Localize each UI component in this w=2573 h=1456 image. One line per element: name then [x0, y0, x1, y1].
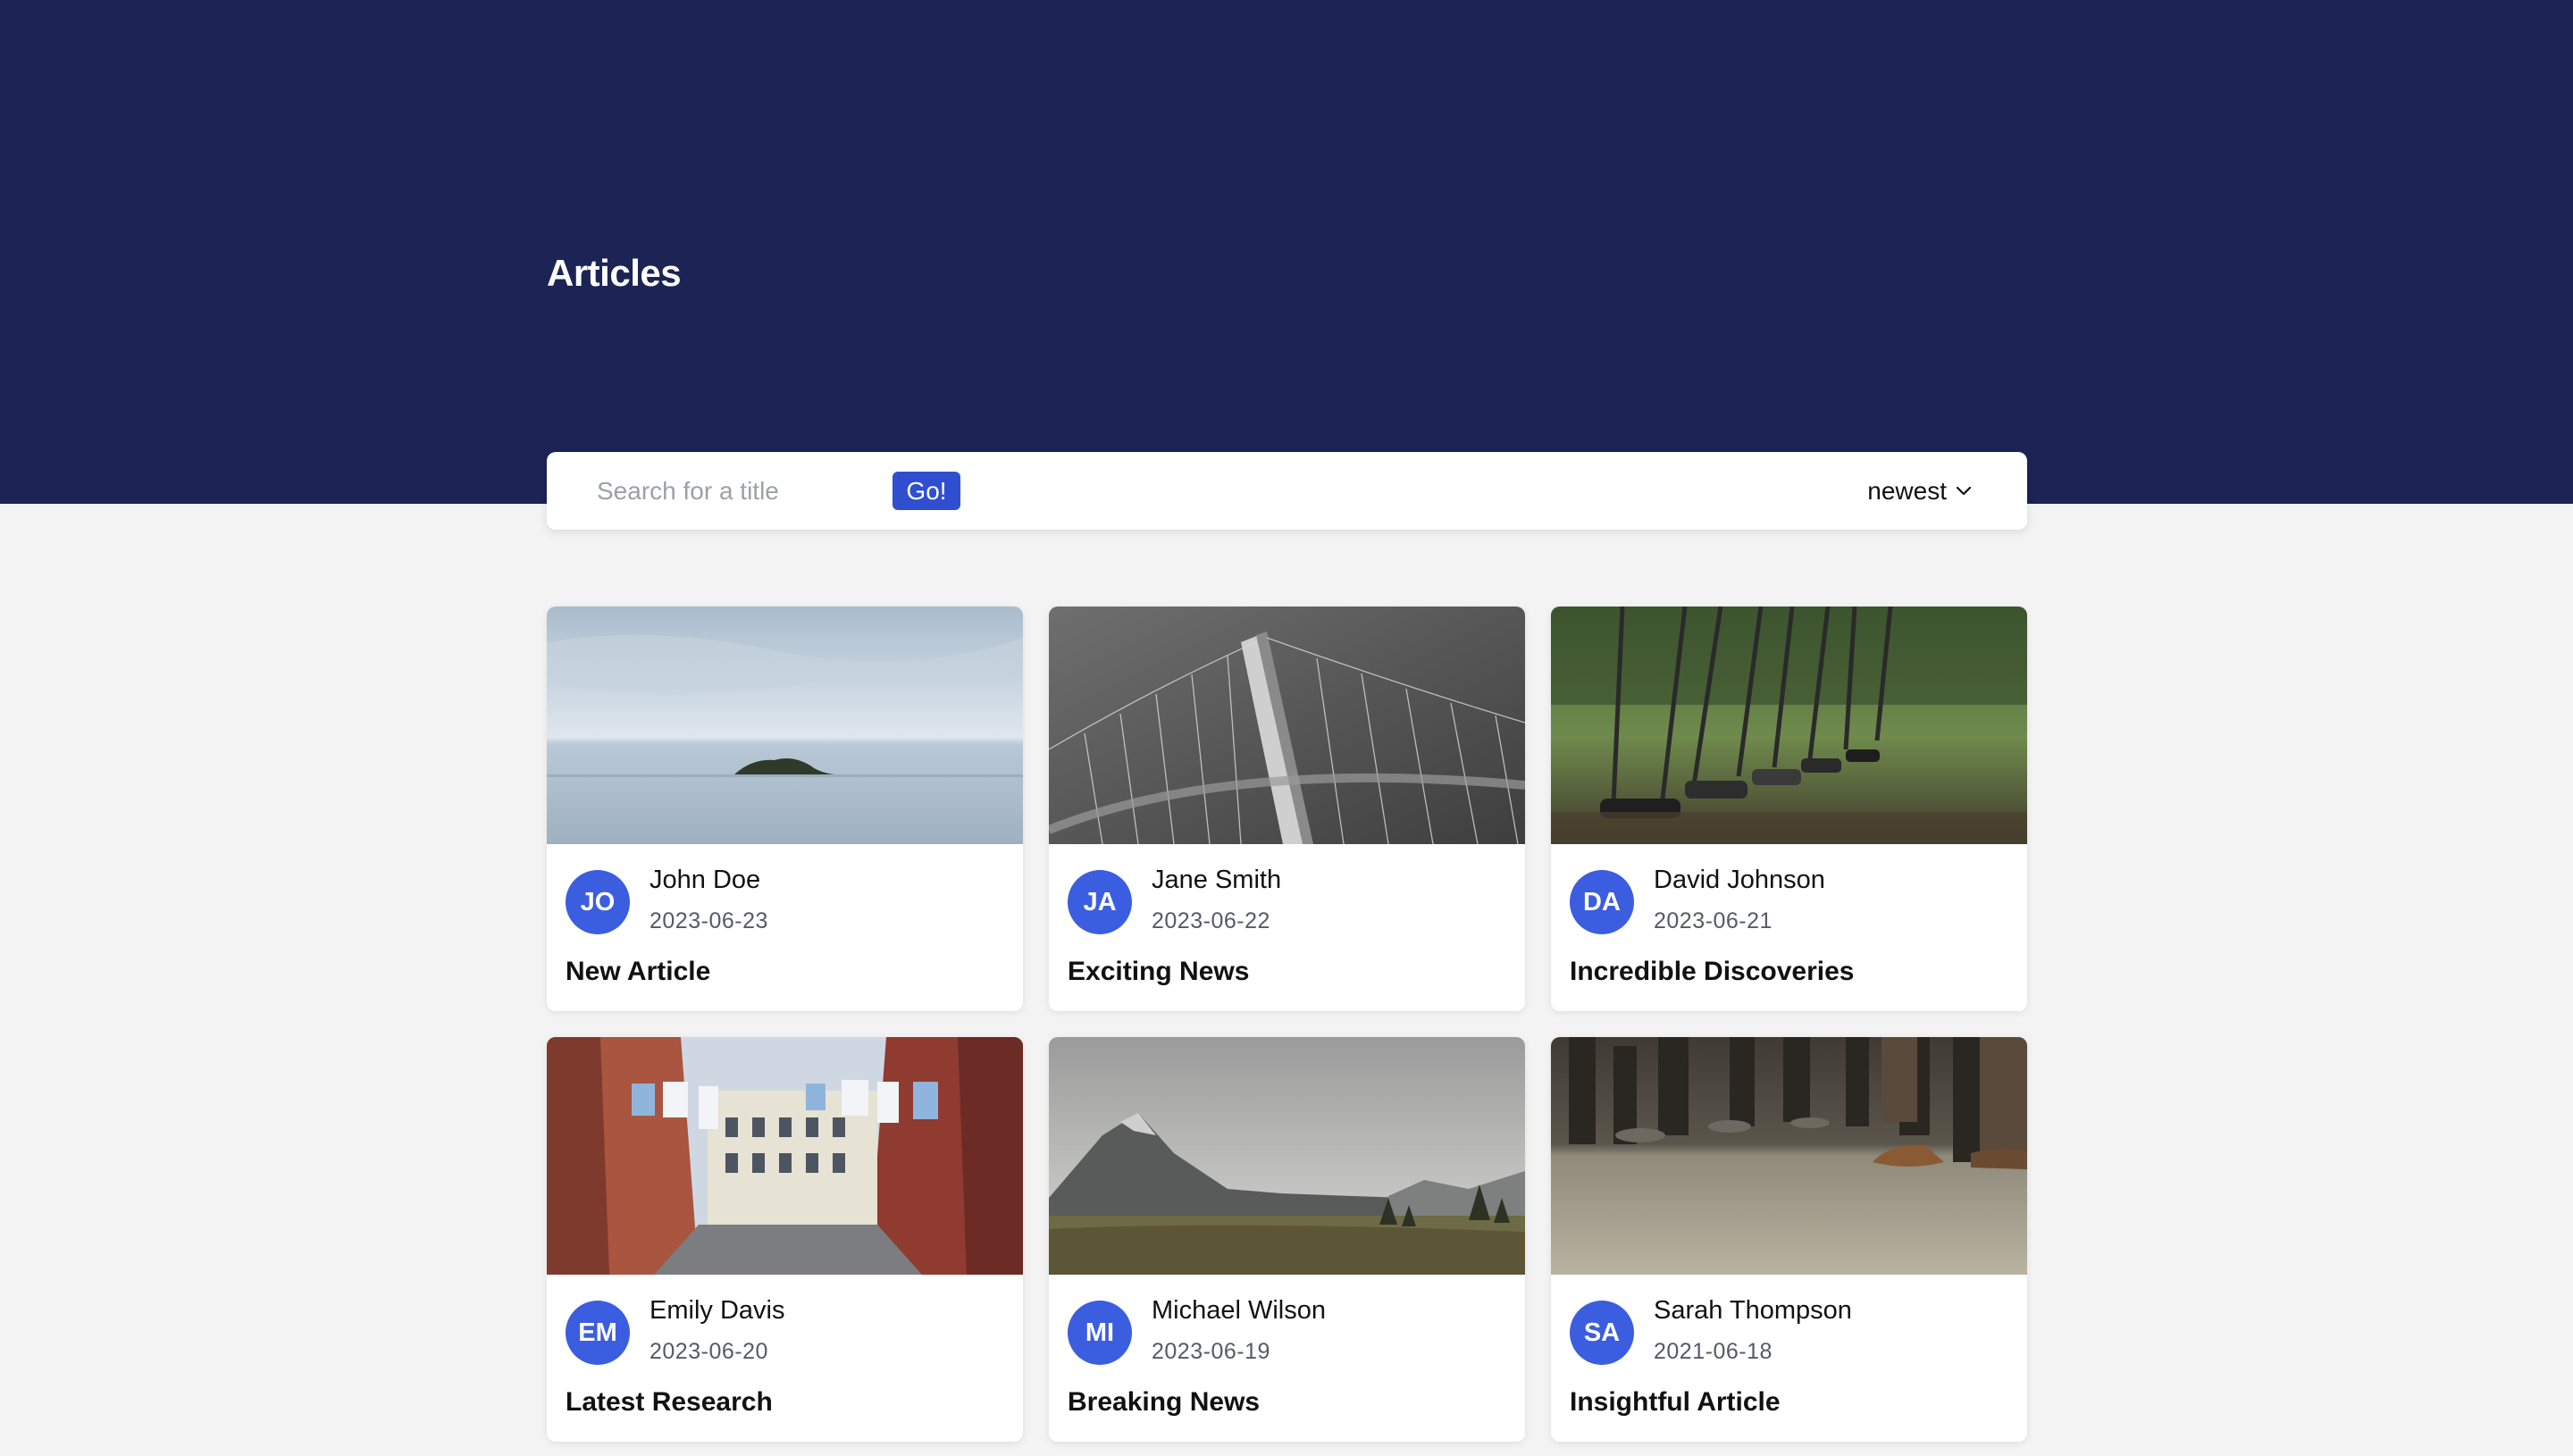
author-name: Sarah Thompson — [1654, 1296, 1852, 1325]
search-input[interactable] — [597, 470, 883, 513]
avatar: JA — [1068, 870, 1132, 934]
article-date: 2023-06-19 — [1152, 1339, 1270, 1364]
sort-value: newest — [1867, 477, 1947, 505]
avatar: JO — [566, 870, 630, 934]
article-image — [547, 607, 1023, 844]
sort-dropdown[interactable]: newest — [1867, 472, 1972, 511]
author-name: Michael Wilson — [1152, 1296, 1326, 1325]
search-toolbar: Go! newest — [547, 452, 2027, 530]
article-date: 2023-06-21 — [1654, 908, 1773, 933]
hero-banner — [0, 0, 2573, 504]
author-name: Jane Smith — [1152, 866, 1282, 894]
avatar: DA — [1570, 870, 1634, 934]
author-name: Emily Davis — [650, 1296, 785, 1325]
avatar: EM — [566, 1301, 630, 1365]
article-title[interactable]: Latest Research — [566, 1387, 773, 1418]
article-card[interactable]: MI Michael Wilson 2023-06-19 Breaking Ne… — [1049, 1037, 1525, 1442]
article-title[interactable]: New Article — [566, 957, 710, 987]
article-title[interactable]: Incredible Discoveries — [1570, 957, 1855, 987]
article-card[interactable]: EM Emily Davis 2023-06-20 Latest Researc… — [547, 1037, 1023, 1442]
author-name: David Johnson — [1654, 866, 1825, 894]
article-image — [1049, 607, 1525, 844]
article-date: 2023-06-20 — [650, 1339, 768, 1364]
article-card[interactable]: JA Jane Smith 2023-06-22 Exciting News — [1049, 607, 1525, 1011]
article-card[interactable]: DA David Johnson 2023-06-21 Incredible D… — [1551, 607, 2027, 1011]
article-image — [1049, 1037, 1525, 1275]
article-card[interactable]: SA Sarah Thompson 2021-06-18 Insightful … — [1551, 1037, 2027, 1442]
avatar: SA — [1570, 1301, 1634, 1365]
article-title[interactable]: Exciting News — [1068, 957, 1249, 987]
avatar: MI — [1068, 1301, 1132, 1365]
article-image — [1551, 1037, 2027, 1275]
chevron-down-icon — [1956, 486, 1972, 496]
article-title[interactable]: Breaking News — [1068, 1387, 1260, 1418]
article-title[interactable]: Insightful Article — [1570, 1387, 1781, 1418]
page-title: Articles — [547, 252, 682, 294]
article-image — [1551, 607, 2027, 844]
article-grid: JO John Doe 2023-06-23 New Article JA Ja… — [547, 607, 2027, 1442]
article-date: 2023-06-22 — [1152, 908, 1270, 933]
author-name: John Doe — [650, 866, 761, 894]
article-card[interactable]: JO John Doe 2023-06-23 New Article — [547, 607, 1023, 1011]
go-button[interactable]: Go! — [893, 472, 960, 510]
article-date: 2023-06-23 — [650, 908, 768, 933]
article-date: 2021-06-18 — [1654, 1339, 1773, 1364]
article-image — [547, 1037, 1023, 1275]
